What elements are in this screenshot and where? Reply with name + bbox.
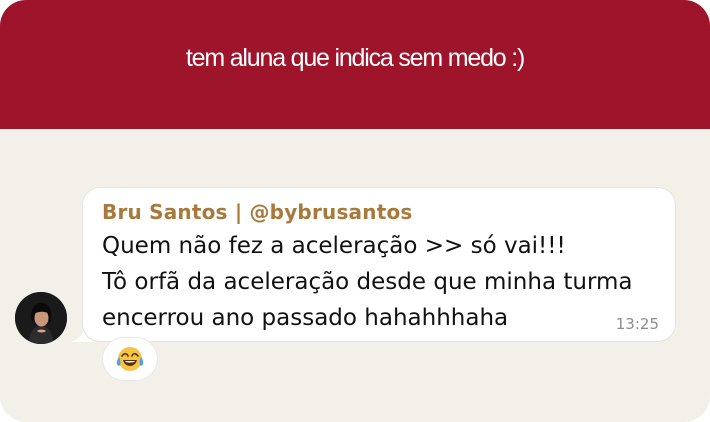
message-line: encerrou ano passado hahahhhaha [102, 305, 509, 331]
reaction-badge[interactable] [102, 337, 158, 381]
message-timestamp: 13:25 [615, 315, 659, 333]
sender-name: Bru Santos | @bybrusantos [102, 200, 413, 224]
message-line: Quem não fez a aceleração >> só vai!!! [102, 233, 566, 259]
avatar[interactable] [15, 292, 67, 344]
message-line: Tô orfã da aceleração desde que minha tu… [102, 269, 633, 295]
testimonial-card: tem aluna que indica sem medo :) Bru San… [0, 0, 710, 422]
message-bubble[interactable]: Bru Santos | @bybrusantos Quem não fez a… [82, 187, 676, 342]
header-banner: tem aluna que indica sem medo :) [0, 0, 710, 129]
user-photo-icon [15, 292, 67, 344]
tears-of-joy-emoji-icon [116, 347, 144, 371]
banner-title: tem aluna que indica sem medo :) [185, 44, 525, 72]
